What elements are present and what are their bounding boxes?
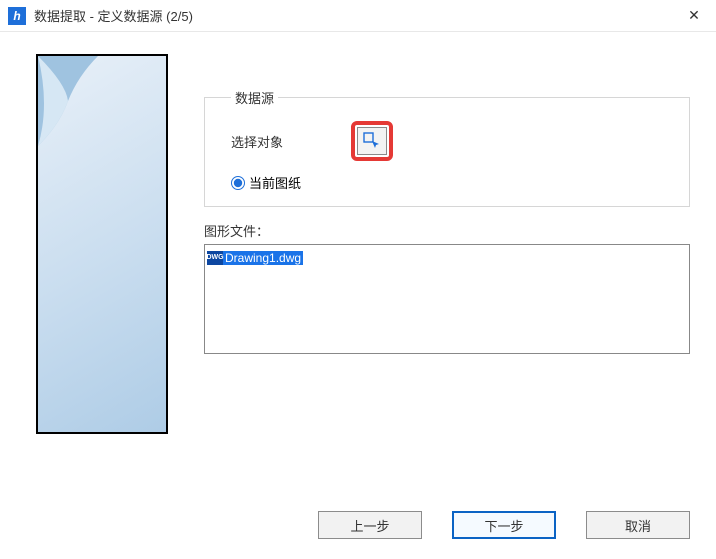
list-item[interactable]: DWG Drawing1.dwg xyxy=(207,251,303,265)
preview-pane xyxy=(36,54,168,434)
select-objects-icon xyxy=(363,132,381,150)
select-objects-highlight xyxy=(351,121,393,161)
main-area: 数据源 选择对象 当前图纸 图形文件： xyxy=(204,54,690,434)
select-objects-button[interactable] xyxy=(357,127,387,155)
data-source-group: 数据源 选择对象 当前图纸 xyxy=(204,88,690,207)
dwg-file-icon: DWG xyxy=(207,251,223,265)
select-objects-row: 选择对象 xyxy=(231,121,673,161)
current-drawing-radio[interactable]: 当前图纸 xyxy=(231,173,673,192)
content-area: 数据源 选择对象 当前图纸 图形文件： xyxy=(0,32,716,434)
current-drawing-radio-input[interactable] xyxy=(231,176,245,190)
close-button[interactable]: ✕ xyxy=(672,0,716,32)
current-drawing-label: 当前图纸 xyxy=(249,173,301,192)
prev-button[interactable]: 上一步 xyxy=(318,511,422,539)
drawing-files-label: 图形文件： xyxy=(204,221,690,240)
file-name: Drawing1.dwg xyxy=(225,251,301,265)
drawing-files-list[interactable]: DWG Drawing1.dwg xyxy=(204,244,690,354)
window-title: 数据提取 - 定义数据源 (2/5) xyxy=(34,6,672,25)
next-button[interactable]: 下一步 xyxy=(452,511,556,539)
data-source-legend: 数据源 xyxy=(231,88,278,107)
footer-buttons: 上一步 下一步 取消 xyxy=(318,511,690,539)
app-icon: h xyxy=(8,7,26,25)
select-objects-label: 选择对象 xyxy=(231,132,351,151)
titlebar: h 数据提取 - 定义数据源 (2/5) ✕ xyxy=(0,0,716,32)
cancel-button[interactable]: 取消 xyxy=(586,511,690,539)
page-curl-icon xyxy=(38,56,98,146)
